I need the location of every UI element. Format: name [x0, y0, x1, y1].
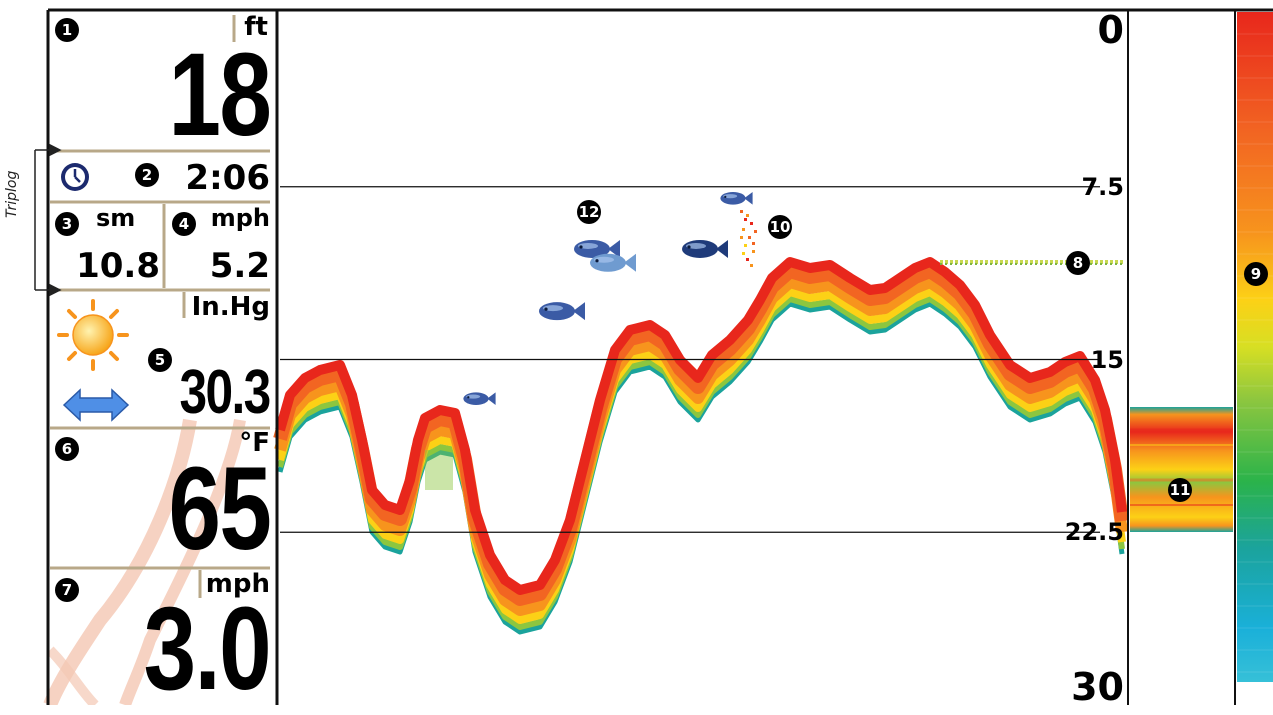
- depth-scale-label: 15: [1090, 345, 1124, 374]
- fish-icon-large: [682, 239, 728, 258]
- clock-value: 2:06: [185, 158, 270, 198]
- raw-fish-arch: [740, 210, 757, 267]
- callout-3: 3: [55, 212, 79, 236]
- speed-value: 3.0: [143, 583, 272, 715]
- callout-11: 11: [1168, 478, 1192, 502]
- triplog-label: Triplog: [4, 170, 20, 218]
- fishfinder-screen: 1 ft 18 2 2:06 3 sm 10.8 4 mph 5.2 In.Hg…: [0, 0, 1273, 715]
- sonar-band: [273, 264, 1129, 606]
- clock-icon: [61, 163, 89, 191]
- callout-12: 12: [577, 200, 601, 224]
- depth-scale-label: 0: [1097, 8, 1124, 52]
- sonar-bottom-return: [273, 257, 1129, 635]
- callout-8: 8: [1066, 251, 1090, 275]
- depth-scale-label: 22.5: [1064, 518, 1124, 547]
- distance-unit: sm: [96, 204, 136, 232]
- depth-value: 18: [168, 29, 271, 161]
- trip-speed-unit: mph: [210, 204, 270, 232]
- callout-4: 4: [172, 212, 196, 236]
- zoom-flasher: [1130, 407, 1233, 532]
- callout-9: 9: [1244, 262, 1268, 286]
- fish-icon-large: [590, 253, 636, 272]
- pressure-unit: In.Hg: [191, 292, 270, 322]
- depth-scale-label: 30: [1071, 665, 1124, 709]
- callout-10: 10: [768, 215, 792, 239]
- color-bar: [1237, 12, 1273, 682]
- depth-scale-label: 7.5: [1081, 172, 1124, 201]
- callout-2: 2: [135, 163, 159, 187]
- weed-echo: [425, 450, 453, 490]
- callout-5: 5: [148, 348, 172, 372]
- depth-grid: [280, 186, 1100, 533]
- fish-icon-small: [720, 191, 753, 205]
- callout-6: 6: [55, 437, 79, 461]
- trip-speed-value: 5.2: [209, 246, 270, 286]
- callout-1: 1: [55, 18, 79, 42]
- callout-7: 7: [55, 578, 79, 602]
- pressure-value: 30.3: [179, 358, 272, 427]
- sun-icon: [57, 299, 129, 371]
- distance-value: 10.8: [76, 246, 160, 286]
- steady-arrow-icon: [62, 388, 130, 422]
- fish-icon-large: [539, 302, 585, 321]
- fish-icon-small: [463, 392, 496, 405]
- sonar-band: [274, 276, 1128, 616]
- temperature-value: 65: [168, 443, 271, 575]
